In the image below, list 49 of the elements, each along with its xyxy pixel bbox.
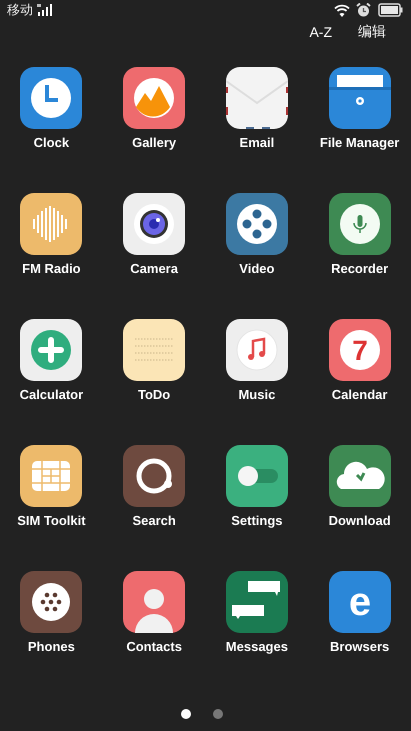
alarm-icon [356, 3, 371, 18]
app-launcher[interactable]: ToDo [123, 318, 186, 402]
music-note-icon[interactable] [226, 318, 288, 381]
app-launcher[interactable]: Download [328, 444, 391, 528]
mountain-icon[interactable] [123, 66, 186, 129]
film-reel-icon[interactable] [226, 192, 288, 255]
app-launcher[interactable]: Clock [20, 66, 82, 150]
cloud-download-icon[interactable] [328, 444, 391, 507]
app-launcher[interactable]: Contacts [123, 570, 186, 654]
app-launcher[interactable]: Settings [226, 444, 288, 528]
app-launcher[interactable]: File Manager [320, 66, 400, 150]
carrier-name: 移动 [7, 1, 33, 20]
toggle-switch-icon[interactable] [226, 444, 288, 507]
sim-card-icon[interactable] [20, 444, 82, 507]
app-launcher[interactable]: FM Radio [20, 192, 82, 276]
page-dot[interactable] [180, 708, 190, 719]
battery-icon [378, 3, 403, 18]
app-launcher[interactable]: Email [226, 66, 288, 150]
app-launcher[interactable]: Messages [226, 570, 288, 654]
clock-icon[interactable] [20, 66, 82, 129]
app-launcher[interactable]: Gallery [123, 66, 186, 150]
browser-icon[interactable]: e [328, 570, 391, 633]
wifi-icon [334, 4, 350, 17]
folder-icon[interactable] [328, 66, 391, 129]
app-launcher[interactable]: Video [226, 192, 288, 276]
app-launcher[interactable]: SIM Toolkit [17, 444, 86, 528]
edit-button[interactable]: 编辑 [356, 21, 388, 44]
sound-wave-icon[interactable] [20, 192, 82, 255]
sort-button[interactable]: A-Z [307, 22, 334, 42]
app-launcher[interactable]: Calculator [20, 318, 84, 402]
app-launcher[interactable]: 7 Calendar [328, 318, 391, 402]
plus-icon[interactable] [20, 318, 82, 381]
app-launcher[interactable]: Recorder [328, 192, 391, 276]
camera-lens-icon[interactable] [123, 192, 186, 255]
app-launcher[interactable]: Music [226, 318, 288, 402]
microphone-icon[interactable] [328, 192, 391, 255]
signal-icon [37, 4, 53, 16]
app-launcher[interactable]: Phones [20, 570, 82, 654]
calendar-icon[interactable]: 7 [328, 318, 391, 381]
app-launcher[interactable]: e Browsers [328, 570, 391, 654]
chat-bubbles-icon[interactable] [226, 570, 288, 633]
dial-pad-icon[interactable] [20, 570, 82, 633]
page-dot[interactable] [212, 708, 222, 719]
notepad-icon[interactable] [123, 318, 186, 381]
app-launcher[interactable]: Search [123, 444, 186, 528]
app-launcher[interactable]: Camera [123, 192, 186, 276]
ring-icon[interactable] [123, 444, 186, 507]
envelope-icon[interactable] [226, 66, 288, 129]
person-icon[interactable] [123, 570, 186, 633]
